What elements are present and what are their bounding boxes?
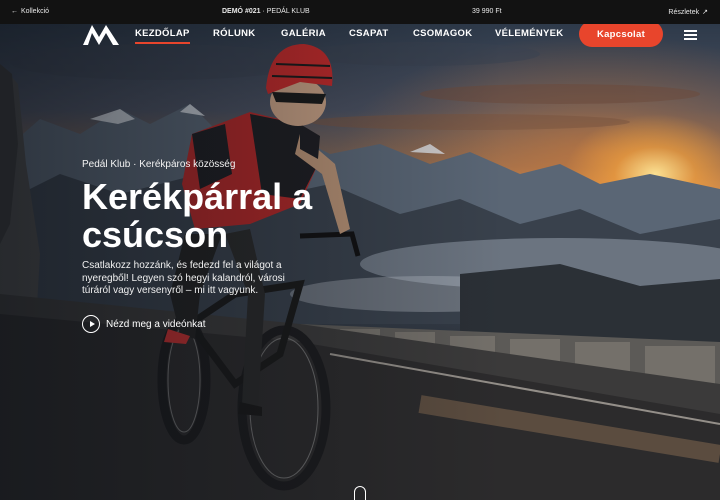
scroll-indicator-icon[interactable]: [354, 486, 366, 500]
back-to-collection-link[interactable]: ← Kollekció: [11, 8, 49, 15]
demo-name: · PEDÁL KLUB: [262, 8, 310, 15]
nav-item-kezdolap[interactable]: Kezdőlap: [135, 28, 190, 44]
play-icon: [82, 315, 100, 333]
main-nav: Kezdőlap Rólunk Galéria Csapat Csomagok …: [0, 21, 720, 64]
hero-headline: Kerékpárral a csúcson: [82, 176, 313, 255]
details-label: Részletek: [668, 8, 700, 16]
arrow-left-icon: ←: [11, 8, 18, 15]
logo-mark[interactable]: [82, 24, 120, 46]
demo-bar: ← Kollekció DEMÓ #021 · PEDÁL KLUB 39 99…: [0, 0, 720, 24]
nav-item-galeria[interactable]: Galéria: [281, 28, 326, 39]
demo-price: 39 990 Ft: [472, 8, 502, 15]
back-label: Kollekció: [21, 8, 50, 15]
menu-icon[interactable]: [684, 30, 697, 40]
nav-item-csapat[interactable]: Csapat: [349, 28, 388, 39]
nav-item-csomagok[interactable]: Csomagok: [413, 28, 472, 39]
details-link[interactable]: Részletek ↗: [668, 8, 708, 17]
arrow-up-right-icon: ↗: [702, 9, 708, 16]
demo-prefix: DEMÓ #021: [222, 8, 261, 15]
hero-eyebrow: Pedál Klub · Kerékpáros közösség: [82, 159, 236, 170]
hero-lead: Csatlakozz hozzánk, és fedezd fel a vilá…: [82, 260, 285, 297]
contact-button[interactable]: Kapcsolat: [579, 21, 663, 47]
nav-item-rolunk[interactable]: Rólunk: [213, 28, 255, 39]
watch-video-link[interactable]: Nézd meg a videónkat: [82, 315, 206, 333]
demo-title: DEMÓ #021 · PEDÁL KLUB: [222, 8, 310, 15]
video-label: Nézd meg a videónkat: [106, 318, 206, 330]
nav-item-velemenyek[interactable]: Vélemények: [495, 28, 563, 39]
